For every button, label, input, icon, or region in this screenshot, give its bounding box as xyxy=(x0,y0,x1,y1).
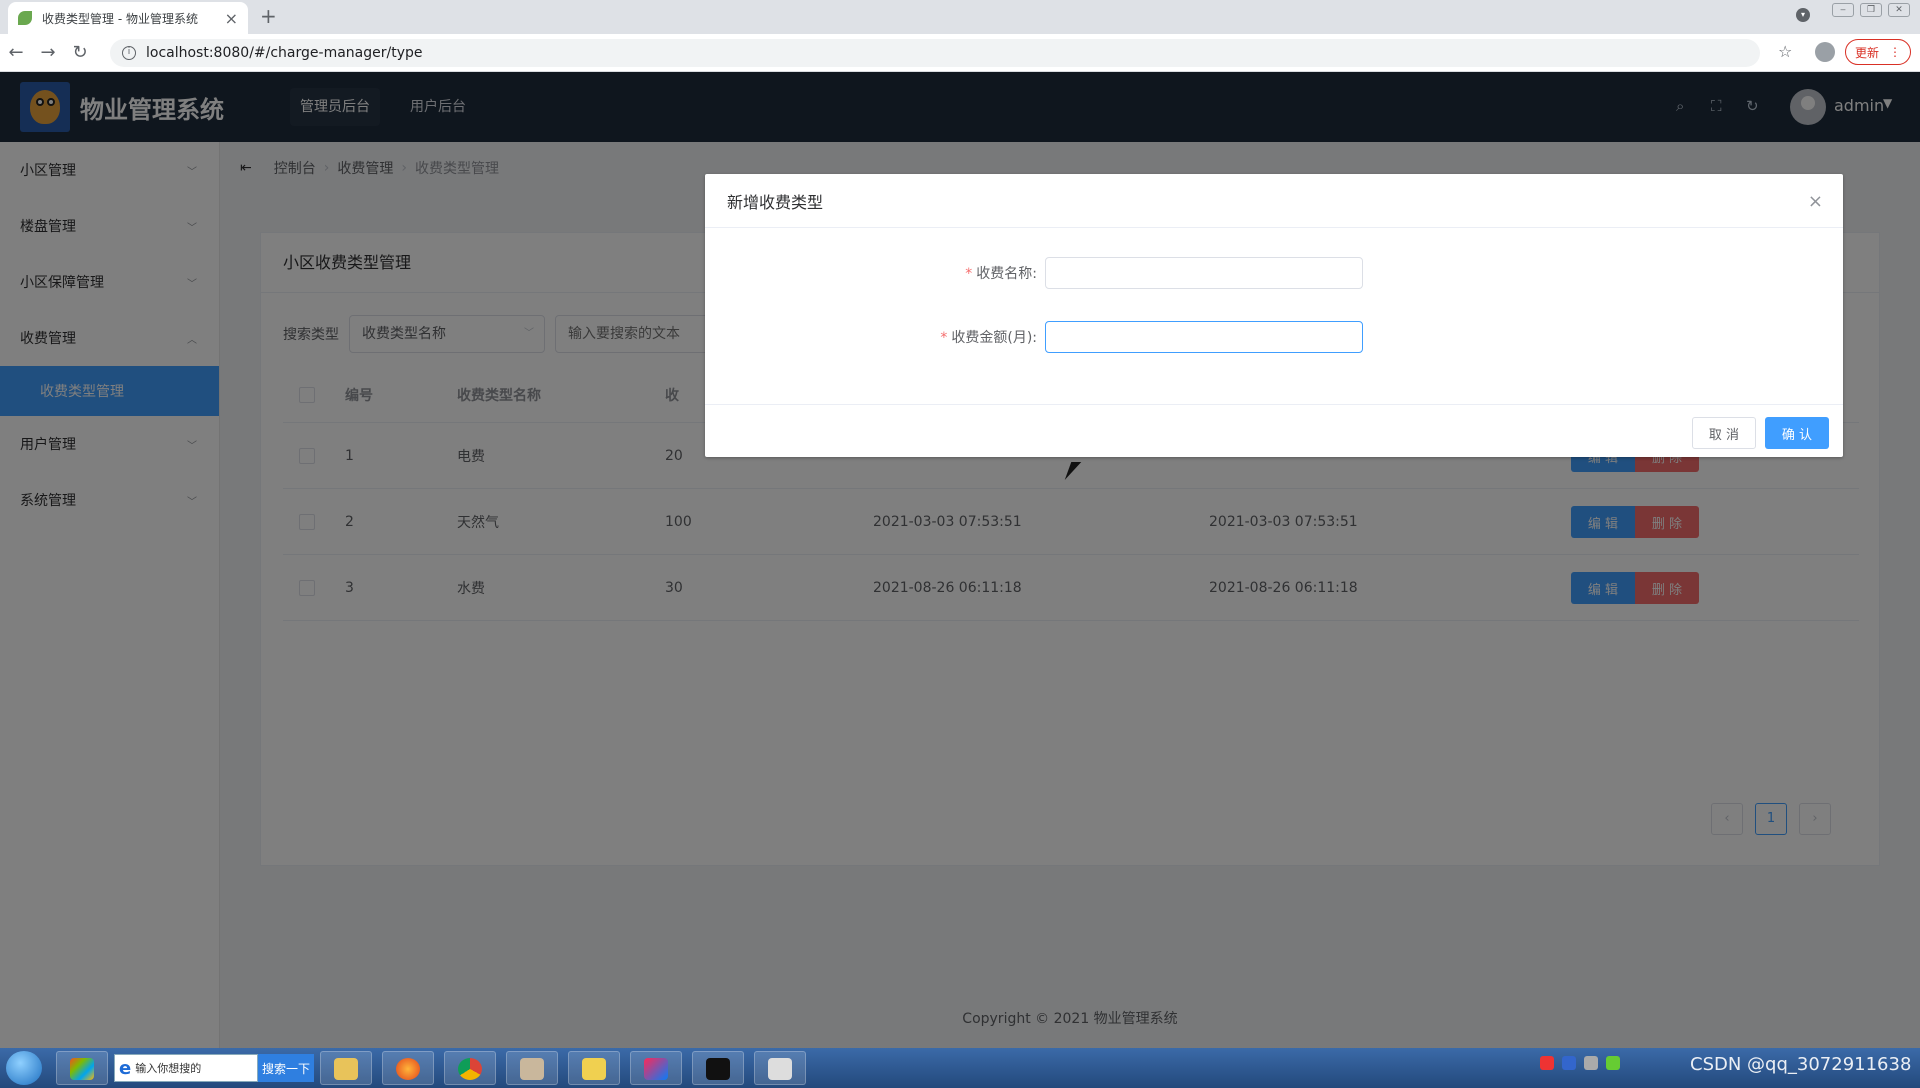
app-icon xyxy=(520,1058,544,1080)
form-row-name: * 收费名称: xyxy=(705,257,1363,289)
taskbar-search-placeholder: 输入你想搜的 xyxy=(135,1062,202,1075)
minimize-icon[interactable]: ‒ xyxy=(1832,3,1854,17)
address-bar: ← → ↻ i localhost:8080/#/charge-manager/… xyxy=(0,34,1920,72)
dialog-footer: 取 消 确 认 xyxy=(705,404,1843,457)
window-close-icon[interactable]: ✕ xyxy=(1888,3,1910,17)
new-tab-icon[interactable]: + xyxy=(260,4,277,28)
start-button-icon[interactable] xyxy=(6,1051,42,1085)
tab-search-icon[interactable]: ▾ xyxy=(1796,8,1810,22)
bookmark-star-icon[interactable]: ☆ xyxy=(1778,42,1792,61)
close-icon[interactable]: × xyxy=(225,9,238,28)
confirm-button[interactable]: 确 认 xyxy=(1765,417,1829,449)
tray-icon[interactable] xyxy=(1584,1056,1598,1070)
tray-icon[interactable] xyxy=(1540,1056,1554,1070)
intellij-icon xyxy=(644,1058,668,1080)
dialog-title: 新增收费类型 xyxy=(727,192,824,212)
taskbar-app[interactable] xyxy=(382,1051,434,1085)
taskbar-app[interactable] xyxy=(506,1051,558,1085)
os-taskbar: e 输入你想搜的 搜索一下 xyxy=(0,1048,1920,1088)
dialog-header: 新增收费类型 × xyxy=(705,174,1843,228)
required-mark: * xyxy=(965,266,973,282)
browser-tabbar: 收费类型管理 - 物业管理系统 × + ▾ ‒ ❐ ✕ xyxy=(0,0,1920,34)
required-mark: * xyxy=(940,330,948,346)
field-label: * 收费金额(月): xyxy=(940,330,1037,346)
restore-icon[interactable]: ❐ xyxy=(1860,3,1882,17)
leaf-icon xyxy=(18,11,32,25)
add-charge-type-dialog: 新增收费类型 × * 收费名称: * 收费金额(月): 取 消 确 认 xyxy=(705,174,1843,457)
back-icon[interactable]: ← xyxy=(0,42,32,63)
tray-icon[interactable] xyxy=(1606,1056,1620,1070)
firefox-icon xyxy=(396,1058,420,1080)
url-text: localhost:8080/#/charge-manager/type xyxy=(146,45,423,61)
tab-title: 收费类型管理 - 物业管理系统 xyxy=(42,11,198,26)
app-icon xyxy=(582,1058,606,1080)
reload-icon[interactable]: ↻ xyxy=(64,42,96,63)
update-button[interactable]: 更新 ⋮ xyxy=(1845,39,1911,65)
folder-icon xyxy=(334,1058,358,1080)
ie-icon: e xyxy=(119,1057,132,1079)
forward-icon[interactable]: → xyxy=(32,42,64,63)
taskbar-app[interactable] xyxy=(56,1051,108,1085)
app-icon xyxy=(768,1058,792,1080)
taskbar-search-input[interactable]: e 输入你想搜的 xyxy=(114,1054,258,1082)
account-icon[interactable] xyxy=(1815,42,1835,62)
url-field[interactable]: i localhost:8080/#/charge-manager/type xyxy=(110,39,1760,67)
menu-dots-icon: ⋮ xyxy=(1889,45,1901,59)
taskbar-app[interactable] xyxy=(320,1051,372,1085)
watermark: CSDN @qq_3072911638 xyxy=(1690,1054,1912,1075)
info-icon[interactable]: i xyxy=(122,46,136,60)
taskbar-app[interactable] xyxy=(692,1051,744,1085)
terminal-icon xyxy=(706,1058,730,1080)
taskbar-app[interactable] xyxy=(568,1051,620,1085)
close-icon[interactable]: × xyxy=(1808,191,1823,212)
window-controls: ‒ ❐ ✕ xyxy=(1832,0,1910,20)
taskbar-search-button[interactable]: 搜索一下 xyxy=(258,1054,314,1082)
taskbar-app[interactable] xyxy=(630,1051,682,1085)
chrome-icon xyxy=(458,1058,482,1080)
charge-amount-input[interactable] xyxy=(1045,321,1363,353)
charge-name-input[interactable] xyxy=(1045,257,1363,289)
browser-tab[interactable]: 收费类型管理 - 物业管理系统 × xyxy=(8,2,248,34)
update-label: 更新 xyxy=(1854,45,1879,60)
app-icon xyxy=(70,1058,94,1080)
taskbar-app[interactable] xyxy=(754,1051,806,1085)
tray-icon[interactable] xyxy=(1562,1056,1576,1070)
cancel-button[interactable]: 取 消 xyxy=(1692,417,1756,449)
field-label: * 收费名称: xyxy=(965,266,1037,282)
taskbar-app[interactable] xyxy=(444,1051,496,1085)
system-tray xyxy=(1540,1056,1620,1070)
form-row-amount: * 收费金额(月): xyxy=(705,321,1363,353)
